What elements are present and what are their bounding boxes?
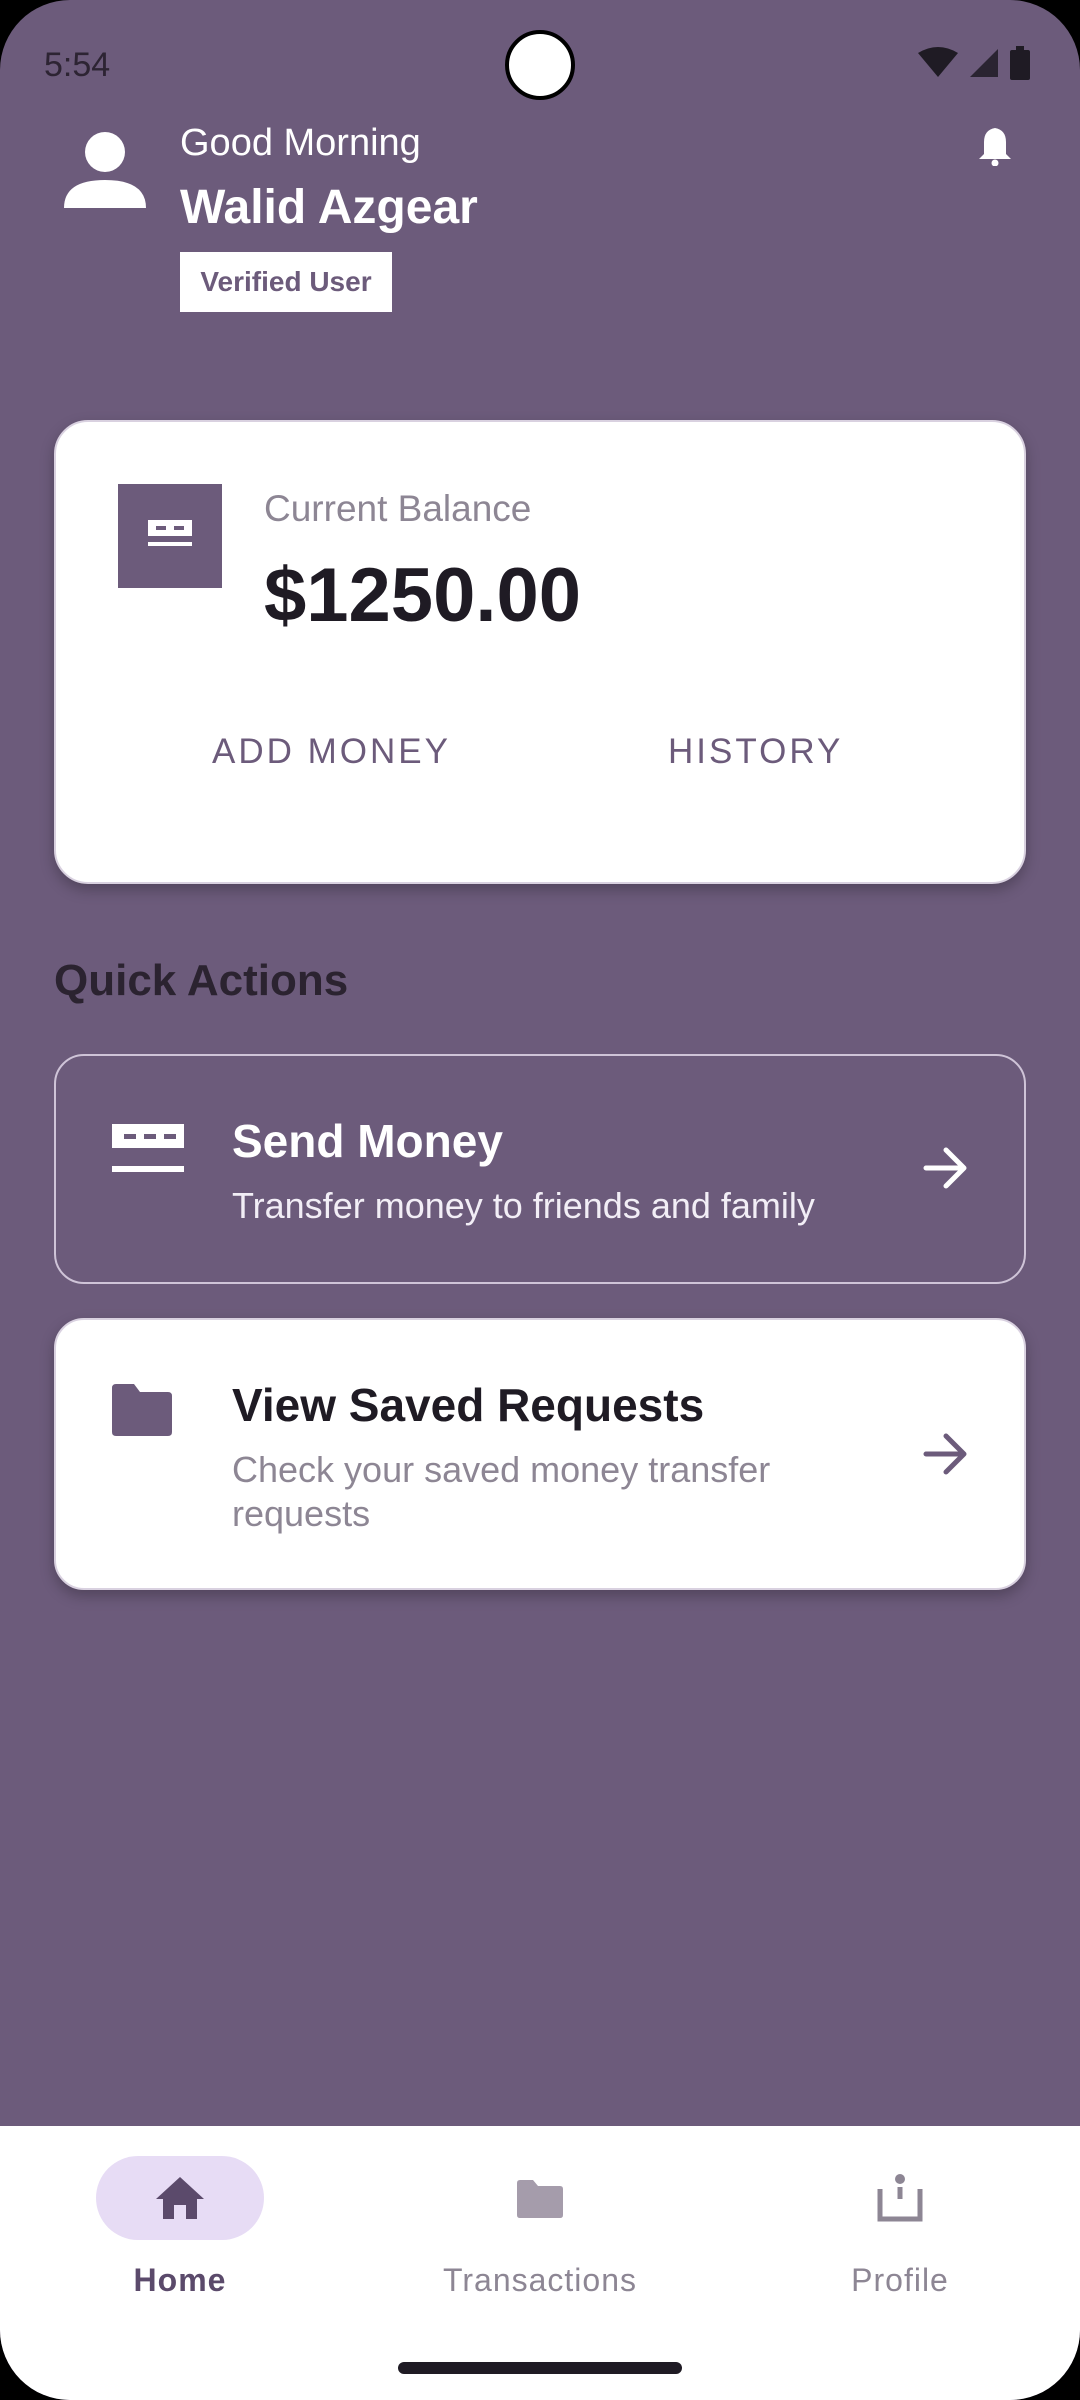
home-icon: [156, 2177, 204, 2219]
money-icon: [112, 1124, 184, 1172]
saved-requests-card[interactable]: View Saved Requests Check your saved mon…: [54, 1318, 1026, 1590]
saved-requests-subtitle: Check your saved money transfer requests: [232, 1449, 771, 1534]
nav-icon-wrapper: [456, 2156, 624, 2240]
balance-card: Current Balance $1250.00 ADD MONEY HISTO…: [54, 420, 1026, 884]
send-money-card[interactable]: Send Money Transfer money to friends and…: [54, 1054, 1026, 1284]
greeting-text: Good Morning: [180, 122, 421, 164]
person-icon[interactable]: [64, 130, 146, 212]
bottom-navigation: Home Transactions Profile: [0, 2126, 1080, 2400]
status-time: 5:54: [44, 46, 111, 84]
history-button[interactable]: HISTORY: [668, 732, 843, 772]
nav-label-profile: Profile: [851, 2262, 949, 2298]
arrow-right-icon: [923, 1433, 967, 1475]
arrow-right-icon: [923, 1147, 967, 1189]
nav-item-profile[interactable]: Profile: [750, 2156, 1050, 2299]
camera-cutout: [505, 30, 575, 100]
app-screen: 5:54 Good Morning Walid Azgear Verified …: [0, 0, 1080, 2400]
gesture-home-bar[interactable]: [398, 2362, 682, 2374]
nav-item-transactions[interactable]: Transactions: [390, 2156, 690, 2299]
nav-icon-wrapper: [816, 2156, 984, 2240]
nav-active-indicator: [96, 2156, 264, 2240]
nav-item-home[interactable]: Home: [30, 2156, 330, 2299]
battery-icon: [1010, 46, 1030, 80]
verified-badge: Verified User: [180, 252, 392, 312]
signal-icon: [970, 49, 998, 77]
balance-amount: $1250.00: [264, 553, 581, 638]
quick-actions-title: Quick Actions: [54, 956, 349, 1005]
send-money-subtitle: Transfer money to friends and family: [232, 1185, 815, 1226]
bell-icon[interactable]: [976, 126, 1014, 166]
send-money-title: Send Money: [232, 1115, 503, 1167]
status-icons: [918, 46, 1030, 80]
profile-icon: [877, 2174, 923, 2222]
add-money-button[interactable]: ADD MONEY: [212, 732, 451, 772]
user-name: Walid Azgear: [180, 181, 478, 234]
folder-icon: [517, 2180, 563, 2218]
balance-label: Current Balance: [264, 488, 532, 529]
saved-requests-title: View Saved Requests: [232, 1379, 705, 1431]
wifi-icon: [918, 47, 958, 77]
folder-icon: [112, 1384, 172, 1436]
nav-label-home: Home: [133, 2262, 227, 2298]
wallet-icon: [118, 484, 222, 588]
nav-label-transactions: Transactions: [443, 2262, 637, 2298]
